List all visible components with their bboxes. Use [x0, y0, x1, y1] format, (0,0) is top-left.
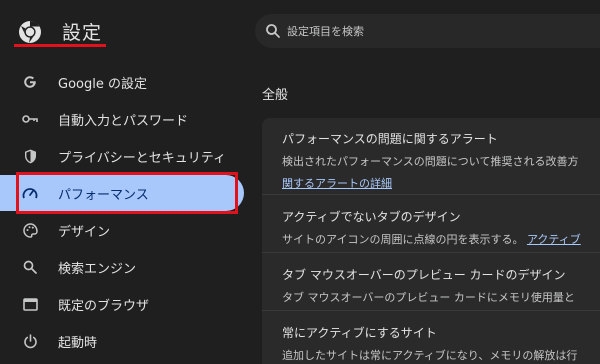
divider: [262, 252, 600, 253]
setting-always-active-sites[interactable]: 常にアクティブにするサイト 追加したサイトは常にアクティブになり、メモリの解放は…: [282, 324, 600, 363]
search-icon: [266, 24, 280, 38]
sidebar-item-default-browser[interactable]: 既定のブラウザ: [0, 286, 244, 322]
setting-description-text: サイトのアイコンの周囲に点線の円を表示する。: [282, 233, 524, 246]
search-input[interactable]: [287, 21, 587, 41]
setting-description: サイトのアイコンの周囲に点線の円を表示する。 アクティブ: [282, 231, 600, 247]
sidebar-item-search-engine[interactable]: 検索エンジン: [0, 249, 244, 285]
inactive-tab-link[interactable]: アクティブ: [527, 233, 581, 246]
sidebar-item-label: 検索エンジン: [58, 261, 137, 277]
chrome-logo-icon: [19, 21, 41, 43]
sidebar-item-privacy[interactable]: プライバシーとセキュリティ: [0, 138, 244, 174]
power-icon: [22, 333, 38, 349]
speedometer-icon: [22, 185, 38, 201]
settings-card: パフォーマンスの問題に関するアラート 検出されたパフォーマンスの問題について推奨…: [262, 118, 600, 364]
divider: [262, 194, 600, 195]
search-icon: [22, 259, 38, 275]
key-icon: [22, 111, 38, 127]
sidebar-item-on-startup[interactable]: 起動時: [0, 323, 244, 359]
browser-window-icon: [22, 296, 38, 312]
settings-window: 設定 Google の設定 自動入力とパスワード プライバシーとセキュリティ: [0, 0, 600, 364]
title-underline-annotation: [14, 44, 106, 47]
sidebar-item-label: 起動時: [58, 335, 98, 351]
setting-title: アクティブでないタブのデザイン: [282, 210, 461, 224]
sidebar-item-performance[interactable]: パフォーマンス: [0, 175, 244, 211]
sidebar-item-label: 自動入力とパスワード: [58, 113, 189, 129]
sidebar-item-google-settings[interactable]: Google の設定: [0, 64, 244, 100]
sidebar-item-autofill[interactable]: 自動入力とパスワード: [0, 101, 244, 137]
setting-description: タブ マウスオーバーのプレビュー カードにメモリ使用量と: [282, 291, 575, 304]
sidebar-item-label: Google の設定: [58, 76, 147, 92]
setting-title: パフォーマンスの問題に関するアラート: [282, 132, 498, 146]
shield-icon: [22, 148, 38, 164]
sidebar-item-appearance[interactable]: デザイン: [0, 212, 244, 248]
page-title: 設定: [62, 22, 103, 44]
section-title: 全般: [262, 88, 289, 103]
sidebar-item-label: デザイン: [58, 224, 111, 240]
sidebar-item-label: パフォーマンス: [58, 187, 149, 203]
divider: [262, 310, 600, 311]
setting-inactive-tab-appearance[interactable]: アクティブでないタブのデザイン サイトのアイコンの周囲に点線の円を表示する。 ア…: [282, 208, 600, 247]
setting-title: タブ マウスオーバーのプレビュー カードのデザイン: [282, 268, 566, 282]
sidebar-item-label: プライバシーとセキュリティ: [58, 150, 226, 166]
google-g-icon: [22, 74, 38, 90]
sidebar-item-label: 既定のブラウザ: [58, 298, 150, 314]
learn-more-link[interactable]: 関するアラートの詳細: [282, 175, 600, 191]
palette-icon: [22, 222, 38, 238]
setting-hover-card[interactable]: タブ マウスオーバーのプレビュー カードのデザイン タブ マウスオーバーのプレビ…: [282, 266, 600, 305]
setting-performance-alerts[interactable]: パフォーマンスの問題に関するアラート 検出されたパフォーマンスの問題について推奨…: [282, 130, 600, 191]
setting-description: 追加したサイトは常にアクティブになり、メモリの解放は行: [282, 349, 578, 362]
setting-description: 検出されたパフォーマンスの問題について推奨される改善方: [282, 155, 579, 168]
setting-title: 常にアクティブにするサイト: [282, 326, 437, 340]
search-box[interactable]: [255, 14, 600, 48]
